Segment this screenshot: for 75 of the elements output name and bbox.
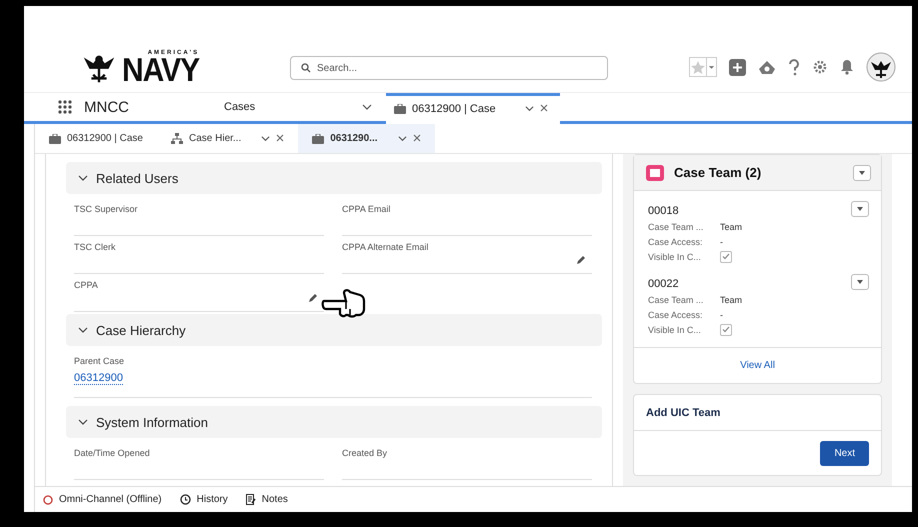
chevron-down-icon bbox=[525, 104, 534, 113]
caret-icon bbox=[857, 207, 863, 211]
chevron-down-icon bbox=[261, 134, 270, 143]
detail-label: Case Team ... bbox=[648, 294, 704, 304]
detail-value: Team bbox=[720, 222, 742, 232]
search-icon bbox=[301, 63, 311, 73]
settings-icon[interactable] bbox=[812, 59, 828, 75]
search-field[interactable]: Search... bbox=[290, 56, 608, 80]
detail-label: Case Access: bbox=[648, 310, 704, 320]
chevron-down-icon bbox=[362, 102, 372, 112]
caret-icon bbox=[706, 58, 716, 76]
detail-value: Team bbox=[720, 294, 742, 304]
field-label: CPPA Alternate Email bbox=[342, 242, 430, 252]
parent-case-link[interactable]: 06312900 bbox=[74, 372, 123, 385]
field-label: TSC Clerk bbox=[74, 242, 117, 252]
logo-wordmark: NAVY bbox=[122, 54, 200, 88]
team-member-id[interactable]: 00022 bbox=[648, 278, 679, 290]
pencil-icon[interactable] bbox=[576, 255, 586, 265]
section-header[interactable]: System Information bbox=[66, 406, 602, 438]
star-icon bbox=[690, 60, 706, 74]
detail-value: - bbox=[720, 236, 723, 246]
detail-label: Case Access: bbox=[648, 236, 704, 246]
subtab[interactable]: 0631290... bbox=[298, 124, 435, 153]
close-icon[interactable] bbox=[276, 134, 284, 142]
caret-icon bbox=[859, 170, 865, 174]
card-title: Case Team (2) bbox=[674, 165, 762, 180]
card-title: Add UIC Team bbox=[634, 395, 881, 431]
chevron-down-icon bbox=[78, 325, 88, 335]
chevron-down-icon bbox=[78, 417, 88, 427]
detail-value: - bbox=[720, 310, 723, 320]
checkmark-icon bbox=[722, 253, 730, 260]
utility-bar-item[interactable]: History bbox=[180, 494, 228, 505]
detail-label: Visible In C... bbox=[648, 252, 702, 262]
add-icon[interactable] bbox=[729, 58, 746, 76]
next-button[interactable]: Next bbox=[820, 440, 869, 466]
section-header[interactable]: Related Users bbox=[66, 162, 602, 194]
row-menu-button[interactable] bbox=[851, 274, 869, 290]
field-label: TSC Supervisor bbox=[74, 204, 139, 214]
chevron-down-icon bbox=[398, 134, 407, 143]
offline-status-icon bbox=[43, 494, 53, 504]
hierarchy-icon bbox=[171, 133, 183, 144]
briefcase-icon bbox=[312, 134, 324, 144]
caret-icon bbox=[857, 280, 863, 284]
subtab[interactable]: 06312900 | Case bbox=[35, 124, 157, 153]
section-header[interactable]: Case Hierarchy bbox=[66, 314, 602, 346]
utility-bar-item[interactable]: Omni-Channel (Offline) bbox=[43, 494, 162, 505]
card-menu-button[interactable] bbox=[853, 164, 871, 180]
detail-label: Visible In C... bbox=[648, 324, 702, 334]
row-menu-button[interactable] bbox=[851, 201, 869, 217]
utility-bar-item[interactable]: Notes bbox=[246, 494, 288, 505]
team-member-id[interactable]: 00018 bbox=[648, 205, 679, 217]
view-all-link[interactable]: View All bbox=[634, 347, 881, 383]
app-name: MNCC bbox=[84, 98, 129, 116]
help-icon[interactable] bbox=[788, 58, 800, 76]
briefcase-icon bbox=[49, 134, 61, 144]
app-launcher-icon[interactable] bbox=[58, 100, 72, 114]
clock-icon bbox=[180, 494, 191, 505]
close-icon[interactable] bbox=[540, 104, 548, 112]
bell-icon[interactable] bbox=[840, 59, 854, 75]
close-icon[interactable] bbox=[412, 134, 421, 142]
checkmark-icon bbox=[722, 326, 730, 333]
pencil-icon[interactable] bbox=[308, 293, 318, 303]
field-label: Date/Time Opened bbox=[74, 448, 151, 458]
field-label: Created By bbox=[342, 448, 388, 458]
avatar-icon[interactable] bbox=[866, 52, 896, 82]
chevron-down-icon bbox=[78, 173, 88, 183]
field-label: Parent Case bbox=[74, 356, 126, 366]
field-label: CPPA Email bbox=[342, 204, 392, 214]
field-label: CPPA bbox=[74, 280, 99, 290]
detail-label: Case Team ... bbox=[648, 222, 704, 232]
briefcase-icon bbox=[394, 104, 406, 114]
notes-icon bbox=[246, 494, 256, 505]
case-team-icon bbox=[646, 164, 664, 180]
subtab[interactable]: Case Hier... bbox=[157, 124, 298, 153]
search-placeholder: Search... bbox=[317, 62, 358, 74]
